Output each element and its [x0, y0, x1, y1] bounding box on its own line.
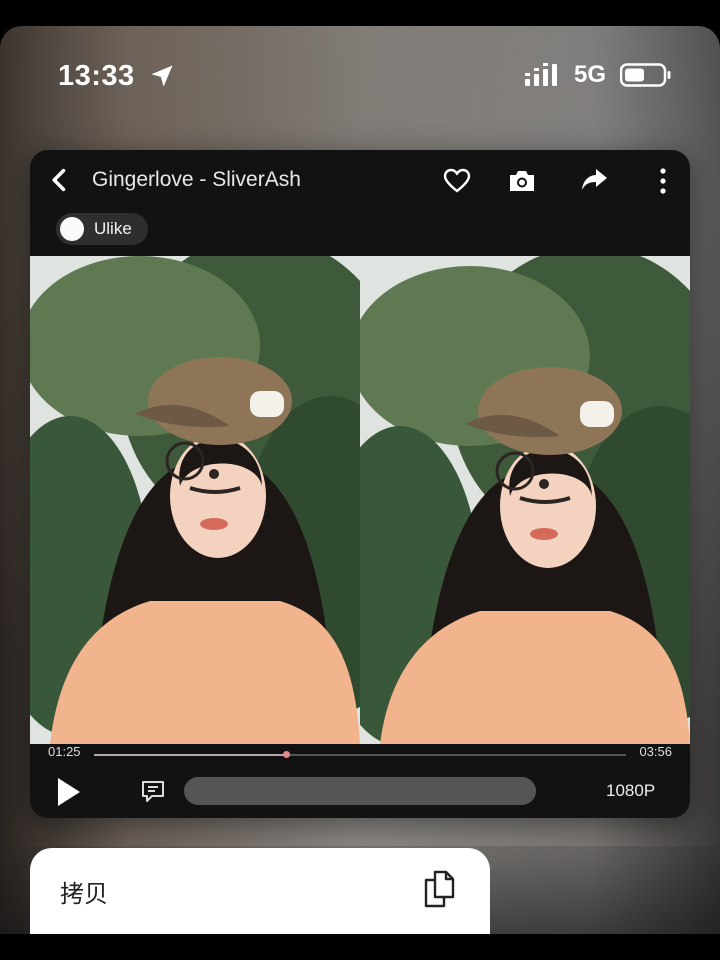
- progress-fill: [94, 754, 286, 756]
- progress-thumb[interactable]: [282, 751, 290, 758]
- danmaku-icon[interactable]: [140, 778, 166, 804]
- network-type: 5G: [574, 61, 607, 88]
- signal-icon: [525, 63, 557, 86]
- player-controls: 01:25 03:56 1080P: [30, 744, 690, 818]
- back-icon[interactable]: [46, 166, 74, 194]
- camera-icon[interactable]: [507, 168, 537, 194]
- battery-icon: [620, 63, 671, 87]
- user-chip[interactable]: Ulike: [56, 213, 148, 245]
- video-player: Gingerlove - SliverAsh Ulike 01:25 03:56…: [30, 150, 690, 818]
- player-topbar: Gingerlove - SliverAsh Ulike: [30, 150, 690, 245]
- comment-input[interactable]: [184, 777, 536, 805]
- username: Ulike: [94, 219, 132, 238]
- status-time: 13:33: [58, 60, 135, 92]
- video-frame[interactable]: [30, 256, 690, 744]
- video-title: Gingerlove - SliverAsh: [92, 168, 301, 191]
- play-icon[interactable]: [54, 776, 82, 808]
- screen: 13:33 5G Gingerlove - SliverAsh Ulike 01…: [0, 26, 720, 934]
- current-time: 01:25: [48, 744, 81, 759]
- total-time: 03:56: [639, 744, 672, 759]
- video-photo-left: [30, 256, 360, 744]
- video-photo-right: [360, 256, 690, 744]
- progress-bar[interactable]: [94, 751, 626, 758]
- avatar: [60, 217, 84, 241]
- copy-label: 拷贝: [60, 880, 108, 908]
- more-icon[interactable]: [654, 166, 672, 196]
- location-arrow-icon: [151, 65, 173, 87]
- copy-icon: [424, 870, 455, 908]
- context-menu: 拷贝: [30, 848, 490, 934]
- status-bar: 13:33 5G: [0, 26, 720, 122]
- share-icon[interactable]: [580, 167, 608, 193]
- quality-button[interactable]: 1080P: [606, 781, 655, 801]
- heart-icon[interactable]: [443, 168, 471, 194]
